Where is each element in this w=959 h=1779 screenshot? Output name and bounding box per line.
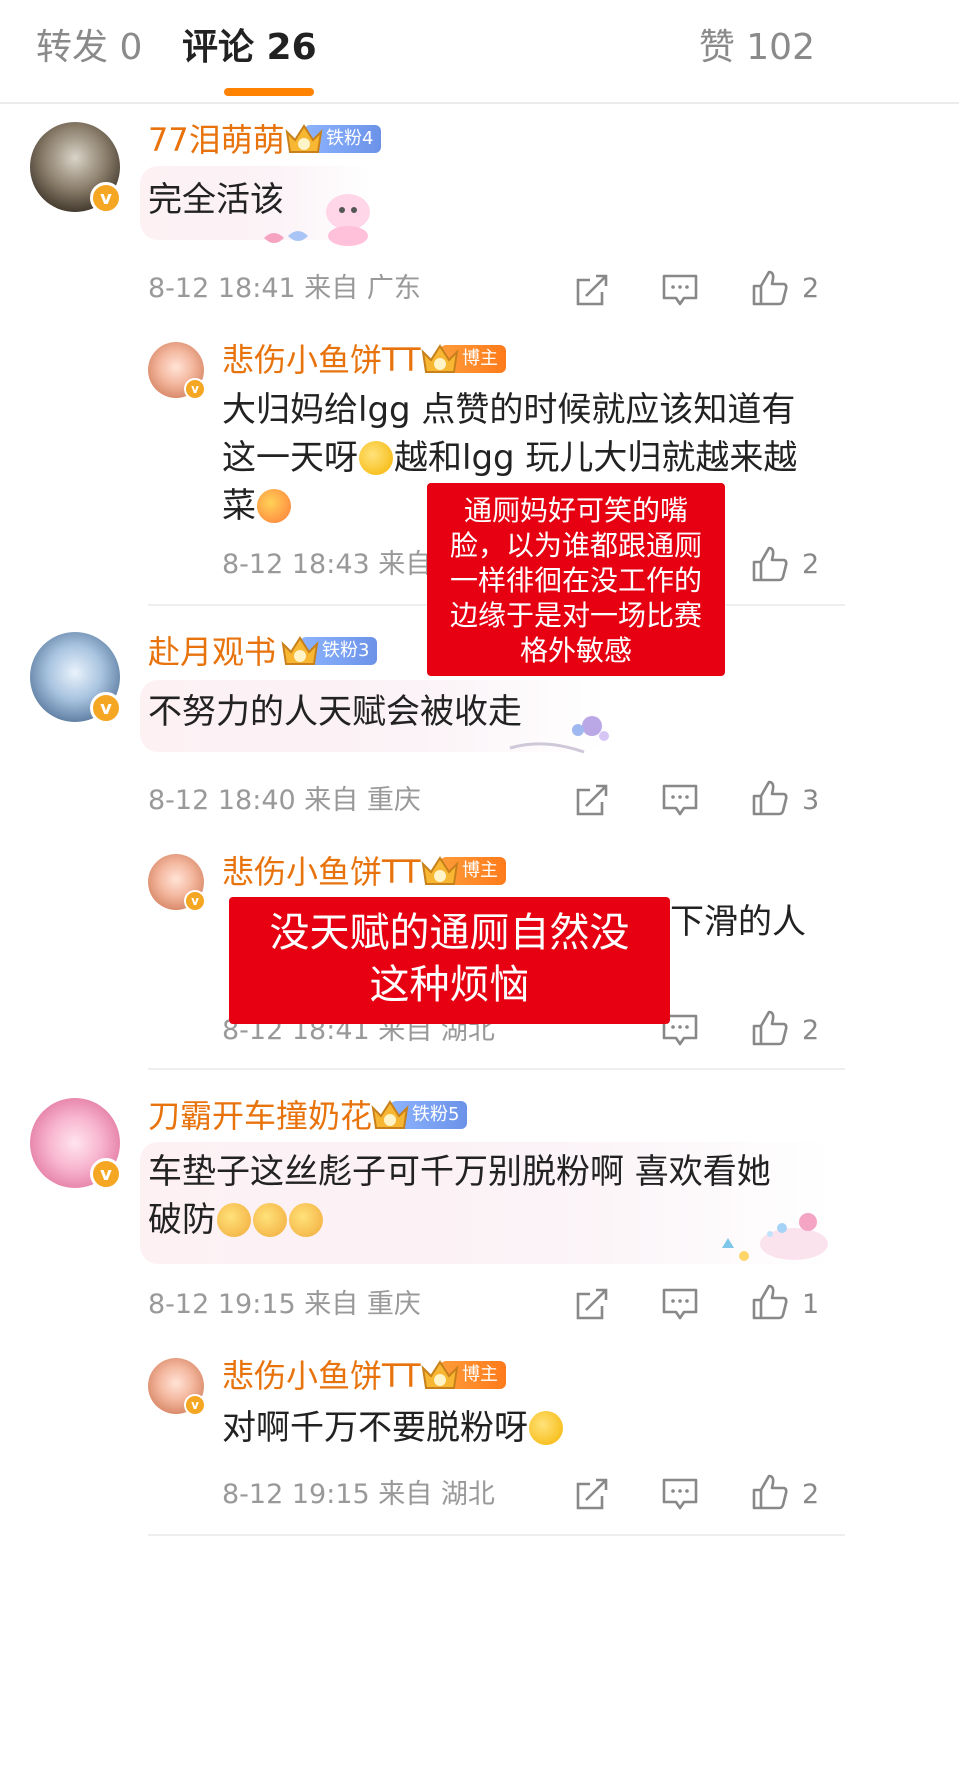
annotation-box: 没天赋的通厕自然没 这种烦恼	[229, 897, 670, 1024]
smirk-emoji-icon	[289, 1203, 323, 1237]
like-icon[interactable]	[750, 1472, 790, 1512]
username[interactable]: 刀霸开车撞奶花	[148, 1096, 372, 1136]
verified-icon: v	[90, 692, 122, 724]
avatar[interactable]: v	[30, 1098, 122, 1190]
reply-text: 对啊千万不要脱粉呀	[222, 1404, 564, 1452]
crying-emoji-icon	[257, 489, 291, 523]
divider	[148, 1534, 845, 1536]
avatar[interactable]: v	[30, 632, 122, 724]
like-count: 3	[802, 785, 820, 816]
comment-time: 8-12 19:15 来自 湖北	[222, 1479, 495, 1510]
avatar[interactable]: v	[30, 122, 122, 214]
verified-icon: v	[90, 182, 122, 214]
tab-repost[interactable]: 转发 0	[36, 26, 142, 70]
comment-icon[interactable]	[660, 1284, 700, 1324]
comment-text: 不努力的人天赋会被收走	[148, 692, 522, 732]
blogger-badge: 博主	[420, 856, 506, 886]
crown-icon	[421, 1360, 459, 1389]
shush-emoji-icon	[359, 441, 393, 475]
like-count: 1	[802, 1289, 820, 1320]
verified-icon: v	[90, 1158, 122, 1190]
avatar[interactable]: v	[148, 1358, 206, 1416]
repost-icon[interactable]	[572, 1474, 612, 1514]
avatar[interactable]: v	[148, 342, 206, 400]
like-icon[interactable]	[750, 1008, 790, 1048]
repost-icon[interactable]	[572, 780, 612, 820]
crown-icon	[281, 636, 319, 665]
like-icon[interactable]	[750, 1282, 790, 1322]
comment-time: 8-12 19:15 来自 重庆	[148, 1289, 421, 1320]
like-count: 2	[802, 1015, 820, 1046]
like-icon[interactable]	[750, 544, 790, 584]
like-count: 2	[802, 273, 820, 304]
comment-text: 完全活该	[148, 180, 284, 220]
verified-icon: v	[184, 378, 206, 400]
fan-badge: 铁粉4	[284, 124, 382, 154]
reply-text: 下滑的人	[670, 902, 806, 942]
fan-badge: 铁粉3	[280, 636, 378, 666]
comment-icon[interactable]	[660, 780, 700, 820]
like-icon[interactable]	[750, 268, 790, 308]
verified-icon: v	[184, 890, 206, 912]
comment-icon[interactable]	[660, 1474, 700, 1514]
verified-icon: v	[184, 1394, 206, 1416]
blogger-badge: 博主	[420, 344, 506, 374]
crown-icon	[371, 1100, 409, 1129]
like-icon[interactable]	[750, 778, 790, 818]
like-count: 2	[802, 1479, 820, 1510]
fan-badge: 铁粉5	[370, 1100, 468, 1130]
username[interactable]: 77泪萌萌	[148, 120, 285, 160]
username[interactable]: 悲伤小鱼饼TT	[222, 852, 421, 892]
comment-tabs: 转发 0 评论 26 赞 102	[0, 0, 959, 104]
comment-time: 8-12 18:43 来自	[222, 549, 433, 580]
bubble-decoration-icon	[509, 716, 609, 754]
thinking-emoji-icon	[529, 1411, 563, 1445]
active-tab-indicator	[224, 88, 314, 96]
avatar[interactable]: v	[148, 854, 206, 912]
tab-likes[interactable]: 赞 102	[699, 26, 815, 70]
comment-text: 车垫子这丝彪子可千万别脱粉啊 喜欢看她 破防	[148, 1152, 771, 1240]
annotation-box: 通厕妈好可笑的嘴 脸，以为谁都跟通厕 一样徘徊在没工作的 边缘于是对一场比赛 格…	[427, 483, 725, 676]
username[interactable]: 悲伤小鱼饼TT	[222, 340, 421, 380]
like-count: 2	[802, 549, 820, 580]
repost-icon[interactable]	[572, 270, 612, 310]
comment-time: 8-12 18:40 来自 重庆	[148, 785, 421, 816]
crown-icon	[421, 856, 459, 885]
crown-icon	[421, 344, 459, 373]
comment-icon[interactable]	[660, 270, 700, 310]
username[interactable]: 赴月观书	[148, 632, 276, 672]
tab-comments[interactable]: 评论 26	[182, 26, 317, 70]
repost-icon[interactable]	[572, 1284, 612, 1324]
username[interactable]: 悲伤小鱼饼TT	[222, 1356, 421, 1396]
crown-icon	[285, 124, 323, 153]
smirk-emoji-icon	[217, 1203, 251, 1237]
comment-time: 8-12 18:41 来自 广东	[148, 273, 421, 304]
divider	[148, 1068, 845, 1070]
smirk-emoji-icon	[253, 1203, 287, 1237]
blogger-badge: 博主	[420, 1360, 506, 1390]
